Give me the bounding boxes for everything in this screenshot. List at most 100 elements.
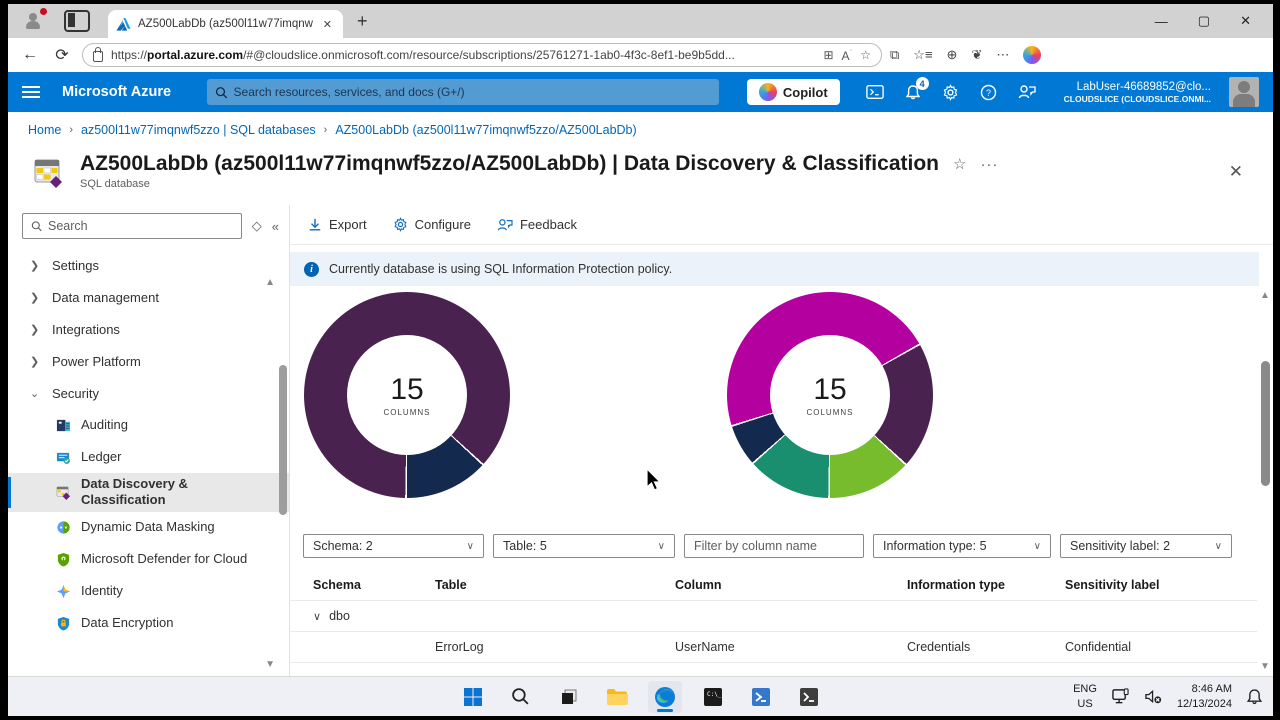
azure-search-input[interactable] [233, 85, 711, 99]
scroll-down-icon[interactable]: ▼ [1260, 661, 1270, 672]
hamburger-menu-icon[interactable] [22, 86, 40, 98]
column-filter-input[interactable] [684, 534, 864, 558]
refresh-icon[interactable]: ⟳ [50, 45, 74, 65]
sidebar-group-power-platform[interactable]: ❯ Power Platform [8, 345, 289, 377]
clock[interactable]: 8:46 AM 12/13/2024 [1177, 682, 1232, 711]
ledger-icon [56, 452, 70, 464]
scroll-up-icon[interactable]: ▲ [1260, 290, 1270, 301]
header-schema[interactable]: Schema [290, 578, 435, 592]
browser-tab[interactable]: AZ500LabDb (az500l11w77imqnw ✕ [108, 10, 343, 38]
search-icon [215, 86, 228, 98]
breadcrumb-home[interactable]: Home [28, 123, 61, 137]
terminal-icon [799, 687, 818, 706]
file-explorer-button[interactable] [600, 681, 634, 713]
sidebar-search-input[interactable] [47, 219, 233, 233]
powershell-button[interactable] [744, 681, 778, 713]
cloud-shell-icon[interactable] [865, 83, 884, 101]
azure-brand[interactable]: Microsoft Azure [62, 84, 171, 100]
header-table[interactable]: Table [435, 578, 675, 592]
command-prompt-button[interactable]: C:\_ [696, 681, 730, 713]
sidebar-group-settings[interactable]: ❯ Settings [8, 249, 289, 281]
charts-row: 15 COLUMNS 15 COLUMNS [290, 286, 1257, 498]
browser-essentials-icon[interactable]: ❦ [971, 47, 982, 63]
split-screen-icon[interactable]: ⧉ [890, 47, 899, 63]
sidebar-item-ledger[interactable]: Ledger [8, 441, 289, 473]
sidebar-scrollbar-thumb[interactable] [279, 365, 287, 515]
new-tab-button[interactable]: + [357, 11, 368, 32]
tab-close-icon[interactable]: ✕ [320, 18, 335, 31]
feedback-icon[interactable] [1018, 83, 1036, 101]
copilot-button[interactable]: Copilot [746, 79, 840, 105]
sidebar-item-microsoft-defender-for-cloud[interactable]: Microsoft Defender for Cloud [8, 544, 289, 576]
table-filter-dropdown[interactable]: Table: 5 ∨ [493, 534, 675, 558]
read-aloud-icon[interactable]: Aʾ [842, 48, 853, 63]
vertical-scrollbar[interactable]: ▲ ▼ [1257, 286, 1273, 676]
window-close-button[interactable]: ✕ [1240, 13, 1251, 29]
sidebar-item-dynamic-data-masking[interactable]: Dynamic Data Masking [8, 512, 289, 544]
help-icon[interactable]: ? [980, 83, 998, 101]
collections-icon[interactable]: ⊕ [947, 47, 958, 63]
sidebar-group-integrations[interactable]: ❯ Integrations [8, 313, 289, 345]
sensitivity-label-donut-chart[interactable]: 15 COLUMNS [304, 292, 510, 498]
edge-browser-button[interactable] [647, 680, 682, 713]
favorites-icon[interactable]: ☆≡ [913, 47, 932, 63]
sidebar-group-security[interactable]: ⌄ Security [8, 377, 289, 409]
close-blade-icon[interactable]: ✕ [1229, 162, 1243, 182]
configure-button[interactable]: Configure [393, 217, 471, 232]
notification-bell-icon[interactable] [1246, 688, 1263, 706]
window-minimize-button[interactable]: — [1155, 14, 1168, 29]
azure-search-box[interactable] [207, 79, 719, 105]
gear-icon[interactable] [942, 83, 960, 101]
sidebar-item-data-discovery-classification[interactable]: Data Discovery & Classification [8, 473, 289, 512]
breadcrumb-sql-databases[interactable]: az500l11w77imqnwf5zzo | SQL databases [81, 123, 316, 137]
chevron-down-icon: ∨ [1214, 540, 1222, 552]
url-text[interactable]: https://portal.azure.com/#@cloudslice.on… [111, 48, 735, 62]
schema-filter-dropdown[interactable]: Schema: 2 ∨ [303, 534, 484, 558]
edge-icon [654, 686, 675, 707]
workspaces-icon[interactable] [64, 10, 90, 32]
schema-group-row-dbo[interactable]: ∨ dbo [290, 601, 1257, 632]
favorite-star-icon[interactable]: ☆ [953, 155, 966, 173]
avatar[interactable] [1229, 77, 1259, 107]
header-column[interactable]: Column [675, 578, 907, 592]
sensitivity-label-filter-dropdown[interactable]: Sensitivity label: 2 ∨ [1060, 534, 1232, 558]
header-sensitivity-label[interactable]: Sensitivity label [1065, 578, 1225, 592]
notifications-bell-icon[interactable]: 4 [904, 77, 929, 101]
scrollbar-thumb[interactable] [1260, 361, 1270, 486]
start-button[interactable] [456, 681, 490, 713]
feedback-button[interactable]: Feedback [497, 217, 577, 232]
scroll-up-icon[interactable]: ▲ [265, 277, 275, 288]
volume-muted-icon[interactable] [1144, 688, 1163, 705]
scroll-down-icon[interactable]: ▼ [265, 659, 275, 670]
address-bar[interactable]: https://portal.azure.com/#@cloudslice.on… [82, 43, 882, 67]
sidebar-item-identity[interactable]: Identity [8, 576, 289, 608]
back-icon[interactable]: ← [18, 46, 42, 64]
window-restore-button[interactable]: ▢ [1198, 13, 1210, 29]
browser-profile-button[interactable] [18, 8, 48, 34]
chevron-down-icon[interactable]: ∨ [313, 610, 321, 623]
language-indicator[interactable]: ENG US [1073, 682, 1097, 711]
network-icon[interactable] [1111, 688, 1130, 705]
suggest-icon[interactable]: ⊞ [823, 48, 833, 62]
export-button[interactable]: Export [308, 217, 367, 232]
table-row[interactable]: ErrorLog UserName Credentials Confidenti… [290, 632, 1257, 663]
sidebar-search-box[interactable] [22, 213, 242, 239]
breadcrumb-current[interactable]: AZ500LabDb (az500l11w77imqnwf5zzo/AZ500L… [335, 123, 636, 137]
windows-terminal-button[interactable] [792, 681, 826, 713]
sidebar-group-data-management[interactable]: ❯ Data management [8, 281, 289, 313]
sidebar-item-data-encryption[interactable]: Data Encryption [8, 608, 289, 640]
collapse-menu-icon[interactable]: « [272, 219, 279, 234]
task-view-button[interactable] [552, 681, 586, 713]
menu-view-icon[interactable]: ◇ [252, 218, 262, 234]
edge-copilot-icon[interactable] [1023, 46, 1042, 64]
information-type-filter-dropdown[interactable]: Information type: 5 ∨ [873, 534, 1051, 558]
taskbar-search-button[interactable] [504, 681, 538, 713]
table-header-row: Schema Table Column Information type Sen… [290, 570, 1257, 601]
settings-more-icon[interactable]: ⋯ [996, 47, 1009, 63]
sidebar-item-auditing[interactable]: Auditing [8, 409, 289, 441]
favorite-star-icon[interactable]: ☆ [860, 48, 871, 62]
information-type-donut-chart[interactable]: 15 COLUMNS [727, 292, 933, 498]
header-information-type[interactable]: Information type [907, 578, 1065, 592]
account-info[interactable]: LabUser-46689852@clo... CLOUDSLICE (CLOU… [1064, 80, 1211, 105]
more-options-icon[interactable]: ··· [980, 156, 998, 173]
